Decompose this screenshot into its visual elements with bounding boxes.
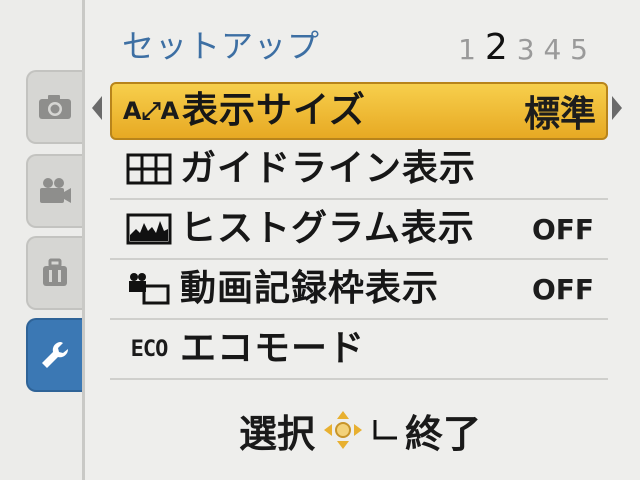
menu-item-movie-frame[interactable]: 動画記録枠表示 OFF (110, 260, 608, 320)
tab-divider (82, 0, 85, 480)
page-5[interactable]: 5 (570, 33, 588, 66)
tab-playback[interactable] (26, 236, 82, 310)
page-1[interactable]: 1 (458, 33, 476, 66)
page-3[interactable]: 3 (517, 33, 535, 66)
page-2-current[interactable]: 2 (485, 27, 508, 68)
menu-item-label: 動画記録枠表示 (180, 268, 440, 309)
menu-item-guideline[interactable]: ガイドライン表示 (110, 140, 608, 200)
menu-item-label: ガイドライン表示 (180, 148, 477, 189)
menu-item-label: ヒストグラム表示 (180, 208, 475, 249)
eco-icon: ECO (118, 329, 180, 369)
histogram-icon (118, 209, 180, 249)
setup-menu-list: A⤢A 表示サイズ 標準 ガイドライン表示 ヒストグラム表示 OFF 動画記録枠… (110, 82, 608, 380)
return-icon (373, 420, 397, 440)
grid-icon (118, 149, 180, 189)
eco-icon-text: ECO (130, 336, 169, 362)
select-label: 選択 (238, 411, 315, 456)
menu-item-display-size[interactable]: A⤢A 表示サイズ 標準 (110, 82, 608, 140)
exit-label: 終了 (405, 411, 482, 456)
tab-recording[interactable] (26, 70, 82, 144)
wrench-icon (42, 341, 69, 368)
tab-movie[interactable] (26, 154, 82, 228)
menu-item-value: OFF (531, 212, 594, 246)
menu-item-value: 標準 (523, 94, 596, 135)
camera-icon (39, 95, 71, 119)
menu-title: セットアップ (122, 27, 321, 65)
arrow-left-icon[interactable] (92, 96, 102, 120)
dpad-icon (324, 411, 362, 449)
tab-setup[interactable] (26, 318, 82, 392)
font-size-icon-text: A⤢A (122, 97, 180, 125)
bag-icon (43, 258, 67, 286)
menu-item-value: OFF (531, 272, 594, 306)
font-size-icon: A⤢A (120, 91, 182, 131)
camera-menu-screen: セットアップ 1 2 3 4 5 A⤢A 表示サイズ 標準 ガイドライン表示 ヒ… (0, 0, 640, 480)
menu-item-eco-mode[interactable]: ECO エコモード (110, 320, 608, 380)
page-indicator: 1 2 3 4 5 (458, 28, 588, 70)
menu-item-histogram[interactable]: ヒストグラム表示 OFF (110, 200, 608, 260)
movie-frame-icon (118, 269, 180, 309)
page-4[interactable]: 4 (543, 33, 561, 66)
menu-item-label: 表示サイズ (182, 90, 366, 131)
movie-camera-icon (40, 178, 71, 203)
menu-item-label: エコモード (180, 328, 366, 369)
footer-guide: 選択 終了 (90, 400, 630, 460)
arrow-right-icon[interactable] (612, 96, 622, 120)
